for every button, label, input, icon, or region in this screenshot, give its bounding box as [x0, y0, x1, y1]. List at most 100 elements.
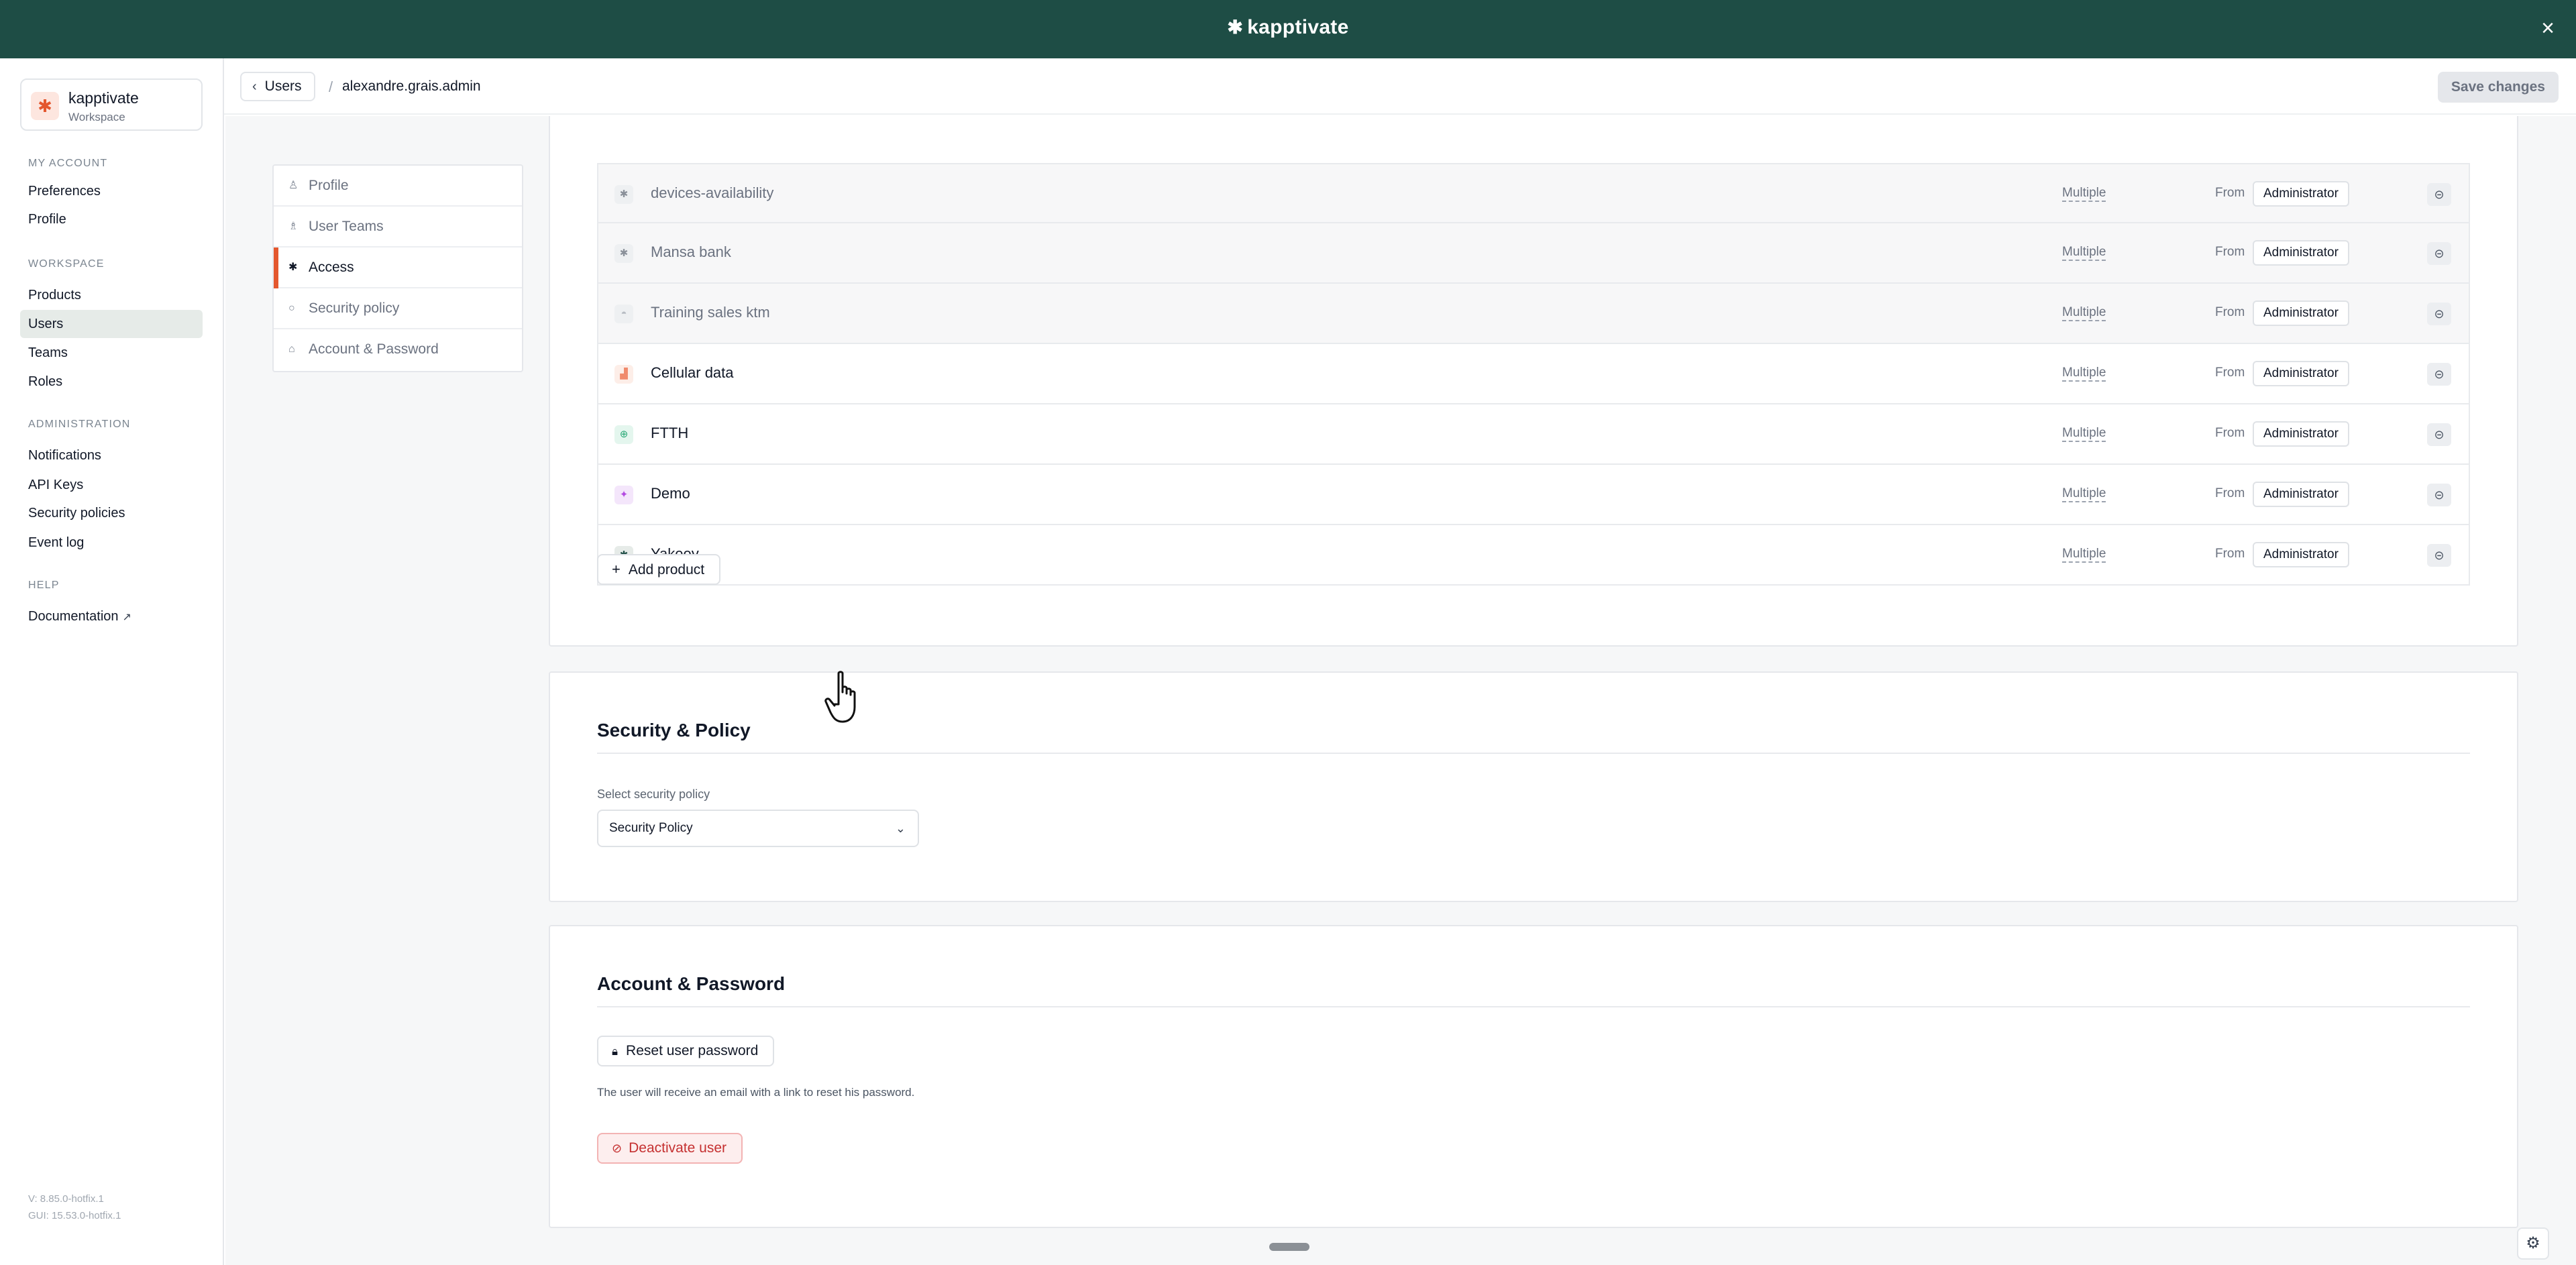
ban-icon: ⊘ — [612, 1142, 623, 1155]
divider — [597, 753, 2470, 754]
product-name: Cellular data — [651, 364, 734, 381]
remove-product-icon[interactable]: ⊝ — [2427, 183, 2451, 206]
account-password-title: Account & Password — [597, 973, 786, 994]
product-name: devices-availability — [651, 184, 774, 201]
reset-password-label: Reset user password — [626, 1043, 759, 1058]
workspace-logo-icon: ✱ — [31, 92, 59, 120]
sidebar-item-api-keys[interactable]: API Keys — [20, 471, 203, 499]
workspace-switcher[interactable]: ✱ kapptivate Workspace — [20, 78, 203, 131]
chevron-left-icon: ‹ — [252, 79, 257, 94]
sidebar-item-preferences[interactable]: Preferences — [20, 177, 203, 205]
product-role-badge: Administrator — [2253, 181, 2349, 207]
chevron-down-icon: ⌄ — [895, 822, 906, 835]
product-role-badge: Administrator — [2253, 240, 2349, 266]
kapptivate-logo-icon: ✱ — [1227, 17, 1244, 38]
tab-access[interactable]: ✱ Access — [274, 248, 522, 288]
remove-product-icon[interactable]: ⊝ — [2427, 544, 2451, 567]
product-scope-link[interactable]: Multiple — [2062, 426, 2106, 442]
breadcrumb-back-button[interactable]: ‹ Users — [240, 72, 315, 101]
product-row[interactable]: ✱ Mansa bank Multiple From Administrator ⊝ — [597, 223, 2470, 284]
kapptivate-icon: ✱ — [614, 185, 633, 204]
remove-product-icon[interactable]: ⊝ — [2427, 363, 2451, 386]
product-scope-link[interactable]: Multiple — [2062, 547, 2106, 563]
product-role-badge: Administrator — [2253, 482, 2349, 507]
product-scope-link[interactable]: Multiple — [2062, 486, 2106, 502]
settings-gear-icon[interactable]: ⚙ — [2517, 1227, 2549, 1260]
sidebar-item-notifications[interactable]: Notifications — [20, 441, 203, 470]
product-role-badge: Administrator — [2253, 300, 2349, 326]
close-icon[interactable]: × — [2534, 16, 2561, 40]
security-policy-selected: Security Policy — [609, 821, 693, 835]
page-header: ‹ Users / alexandre.grais.admin Save chan… — [224, 58, 2576, 115]
brand-name: kapptivate — [1247, 16, 1349, 38]
deactivate-user-label: Deactivate user — [629, 1140, 727, 1156]
remove-product-icon[interactable]: ⊝ — [2427, 423, 2451, 446]
breadcrumb-users-label: Users — [264, 78, 302, 94]
reset-password-button[interactable]: 🔒︎ Reset user password — [597, 1036, 775, 1066]
product-scope-link[interactable]: Multiple — [2062, 366, 2106, 382]
sidebar-item-users[interactable]: Users — [20, 310, 203, 338]
product-row[interactable]: ✱YakeeyMultipleFromAdministrator⊝ — [597, 525, 2470, 586]
product-name: Mansa bank — [651, 243, 731, 260]
product-row[interactable]: ▟ Cellular data Multiple From Administrator ⊝ — [597, 344, 2470, 404]
tab-user-teams[interactable]: ♗ User Teams — [274, 207, 522, 248]
sidebar-item-event-log[interactable]: Event log — [20, 529, 203, 557]
tab-profile[interactable]: ♙ Profile — [274, 166, 522, 207]
sidebar-item-roles[interactable]: Roles — [20, 368, 203, 396]
sidebar-item-products[interactable]: Products — [20, 281, 203, 309]
sidebar-item-documentation[interactable]: Documentation ↗ — [20, 602, 203, 630]
sparkle-icon: ✦ — [614, 486, 633, 504]
security-policy-title: Security & Policy — [597, 720, 751, 740]
product-row[interactable]: ✱ devices-availability Multiple From Adminis… — [597, 163, 2470, 223]
workspace-name: kapptivate — [68, 89, 139, 107]
remove-product-icon[interactable]: ⊝ — [2427, 484, 2451, 506]
tab-account-password-label: Account & Password — [309, 341, 439, 357]
user-icon: ♙ — [288, 180, 299, 191]
remove-product-icon[interactable]: ⊝ — [2427, 302, 2451, 325]
product-row[interactable]: ⊕ FTTH Multiple From Administrator ⊝ — [597, 404, 2470, 465]
product-row[interactable]: ✦ Demo Multiple From Administrator ⊝ — [597, 465, 2470, 525]
divider — [597, 1006, 2470, 1007]
external-link-icon: ↗ — [122, 612, 131, 623]
sidebar-item-security-policies[interactable]: Security policies — [20, 499, 203, 527]
workspace-subtitle: Workspace — [68, 111, 125, 123]
sidebar-item-teams[interactable]: Teams — [20, 339, 203, 367]
tab-security-policy[interactable]: ○ Security policy — [274, 288, 522, 329]
product-name: Demo — [651, 485, 690, 502]
gui-version: GUI: 15.53.0-hotfix.1 — [28, 1210, 121, 1221]
product-row[interactable]: ◓ Training sales ktm Multiple From Administr… — [597, 284, 2470, 344]
reset-password-help: The user will receive an email with a li… — [597, 1086, 915, 1099]
top-bar: ✱ kapptivate × — [0, 0, 2576, 58]
add-product-label: Add product — [628, 562, 705, 578]
product-scope-link[interactable]: Multiple — [2062, 186, 2106, 202]
product-role-from-label: From — [2215, 305, 2245, 319]
product-name: Training sales ktm — [651, 304, 770, 321]
product-scope-link[interactable]: Multiple — [2062, 305, 2106, 321]
documentation-label: Documentation — [28, 609, 119, 624]
user-section-tabs: ♙ Profile ♗ User Teams ✱ Access ○ Security p… — [272, 164, 523, 372]
product-role-from-label: From — [2215, 486, 2245, 500]
save-changes-button[interactable]: Save changes — [2437, 72, 2559, 103]
product-scope-link[interactable]: Multiple — [2062, 245, 2106, 261]
users-icon: ♗ — [288, 221, 299, 232]
product-role-from-label: From — [2215, 366, 2245, 380]
add-product-button[interactable]: + Add product — [597, 554, 721, 585]
product-role-from-label: From — [2215, 426, 2245, 440]
lock-icon: 🔒︎ — [612, 1045, 619, 1058]
breadcrumb-current: alexandre.grais.admin — [342, 78, 481, 94]
deactivate-user-button[interactable]: ⊘ Deactivate user — [597, 1133, 743, 1164]
tab-account-password[interactable]: ⌂ Account & Password — [274, 329, 522, 370]
remove-product-icon[interactable]: ⊝ — [2427, 242, 2451, 265]
access-card: ✱ devices-availability Multiple From Adminis… — [549, 116, 2518, 647]
product-role-badge: Administrator — [2253, 421, 2349, 447]
kapptivate-icon: ✱ — [288, 262, 298, 273]
app-version: V: 8.85.0-hotfix.1 — [28, 1193, 104, 1205]
product-role-from-label: From — [2215, 186, 2245, 200]
scroll-handle[interactable] — [1269, 1243, 1309, 1251]
tab-security-policy-label: Security policy — [309, 300, 400, 316]
sidebar-item-profile[interactable]: Profile — [20, 205, 203, 233]
breadcrumb-separator: / — [329, 78, 333, 95]
hand-cursor-icon — [824, 671, 856, 723]
signal-icon: ▟ — [614, 365, 633, 384]
security-policy-select[interactable]: Security Policy ⌄ — [597, 810, 919, 847]
